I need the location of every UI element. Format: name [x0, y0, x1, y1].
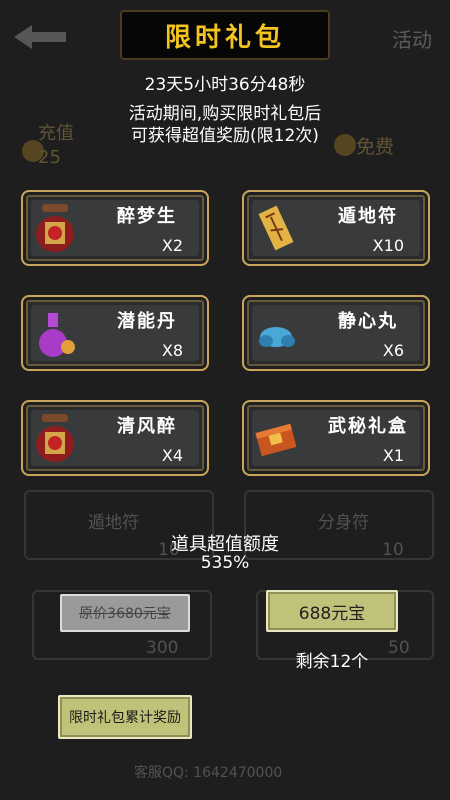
item-quantity: X4 [161, 446, 183, 465]
item-name: 遁地符 [338, 206, 398, 227]
item-name: 潜能丹 [117, 311, 177, 332]
item-quantity: X2 [161, 236, 183, 255]
talisman-icon [258, 205, 294, 251]
item-quantity: X1 [382, 446, 404, 465]
item-card[interactable]: 遁地符 X10 [242, 190, 430, 266]
item-quantity: X6 [382, 341, 404, 360]
description-line-2: 可获得超值奖励(限12次) [131, 126, 319, 146]
remaining-count: 剩余12个 [295, 652, 369, 672]
page-title: 限时礼包 [120, 10, 330, 60]
gift-box-icon [255, 423, 297, 457]
item-name: 醉梦生 [117, 206, 177, 227]
item-name: 静心丸 [338, 311, 398, 332]
item-card[interactable]: 醉梦生 X2 [21, 190, 209, 266]
value-percent: 535% [200, 553, 250, 573]
item-quantity: X10 [372, 236, 404, 255]
wine-jar-icon [36, 204, 74, 252]
original-price: 原价3680元宝 [60, 594, 190, 632]
service-qq: 客服QQ: 1642470000 [134, 765, 283, 781]
potion-flask-icon [39, 313, 75, 357]
item-name: 武秘礼盒 [328, 416, 408, 437]
activity-tab[interactable]: 活动 [392, 24, 432, 53]
countdown-timer: 23天5小时36分48秒 [144, 75, 306, 95]
cumulative-reward-button[interactable]: 限时礼包累计奖励 [58, 695, 192, 739]
bg-price-value: 300 [146, 638, 179, 658]
item-card[interactable]: 潜能丹 X8 [21, 295, 209, 371]
item-card[interactable]: 武秘礼盒 X1 [242, 400, 430, 476]
item-card[interactable]: 静心丸 X6 [242, 295, 430, 371]
item-card[interactable]: 清风醉 X4 [21, 400, 209, 476]
blue-pill-icon [259, 327, 295, 347]
item-quantity: X8 [161, 341, 183, 360]
buy-button[interactable]: 688元宝 [266, 590, 398, 632]
item-name: 清风醉 [117, 416, 177, 437]
wine-jar-icon [36, 414, 74, 462]
back-arrow-icon[interactable] [14, 22, 70, 52]
